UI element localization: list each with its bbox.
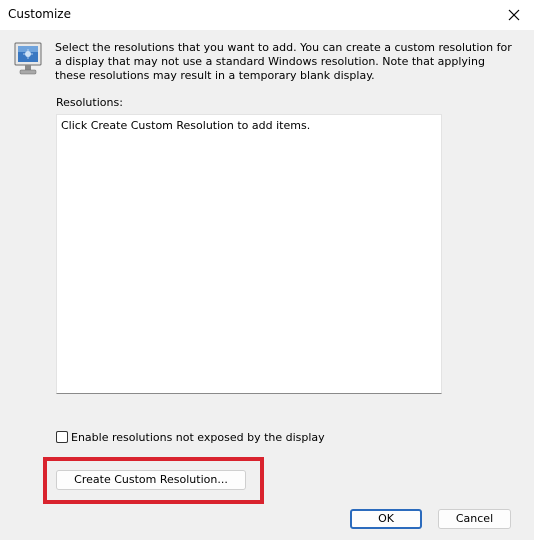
title-bar[interactable]: Customize: [0, 0, 534, 30]
customize-dialog: Customize Select the resolutions that yo…: [0, 0, 534, 540]
resolutions-empty-message: Click Create Custom Resolution to add it…: [61, 119, 311, 132]
enable-resolutions-checkbox-row[interactable]: Enable resolutions not exposed by the di…: [56, 429, 325, 445]
monitor-icon: [14, 42, 42, 76]
enable-resolutions-label[interactable]: Enable resolutions not exposed by the di…: [71, 431, 325, 444]
resolutions-list[interactable]: Click Create Custom Resolution to add it…: [56, 114, 442, 394]
resolutions-label: Resolutions:: [56, 96, 123, 109]
create-custom-resolution-button[interactable]: Create Custom Resolution...: [56, 470, 246, 490]
cancel-button[interactable]: Cancel: [438, 509, 511, 529]
enable-resolutions-checkbox[interactable]: [56, 431, 68, 443]
close-button[interactable]: [494, 0, 534, 30]
description-text: Select the resolutions that you want to …: [55, 41, 512, 82]
close-icon: [508, 9, 520, 21]
window-title: Customize: [8, 7, 71, 21]
ok-button[interactable]: OK: [350, 509, 422, 529]
